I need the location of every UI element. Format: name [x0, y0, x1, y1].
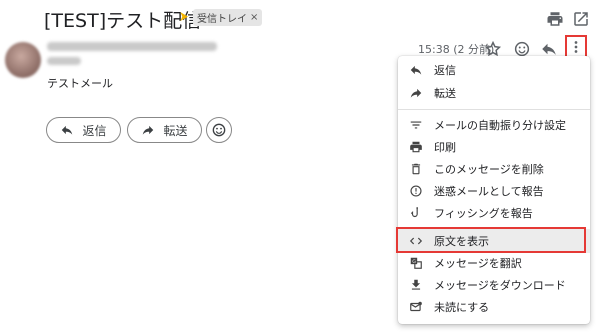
svg-text:G: G	[412, 259, 416, 265]
open-in-new-window-icon[interactable]	[572, 10, 590, 28]
filter-icon	[408, 117, 424, 133]
sender-name-blurred	[47, 42, 217, 51]
menu-item-label: このメッセージを削除	[434, 163, 544, 176]
menu-item-report-phishing[interactable]: フィッシングを報告	[398, 202, 590, 224]
menu-item-label: メッセージを翻訳	[434, 257, 522, 270]
reply-button-label: 返信	[82, 123, 107, 138]
inbox-label-chip: 受信トレイ ×	[193, 9, 263, 26]
forward-button[interactable]: 転送	[127, 117, 202, 143]
remove-label-icon[interactable]: ×	[250, 12, 258, 23]
menu-item-label: メールの自動振り分け設定	[434, 119, 566, 132]
menu-item-forward[interactable]: 転送	[398, 82, 590, 104]
forward-icon	[408, 85, 424, 101]
menu-item-label: メッセージをダウンロード	[434, 279, 566, 292]
menu-item-download[interactable]: メッセージをダウンロード	[398, 274, 590, 296]
menu-item-print[interactable]: 印刷	[398, 136, 590, 158]
phishing-hook-icon	[408, 205, 424, 221]
menu-item-label: 未読にする	[434, 301, 490, 314]
menu-item-delete[interactable]: このメッセージを削除	[398, 158, 590, 180]
recipient-blurred[interactable]	[47, 57, 81, 65]
mark-unread-icon	[408, 299, 424, 315]
inbox-label-text: 受信トレイ	[197, 14, 247, 25]
menu-item-translate[interactable]: G メッセージを翻訳	[398, 252, 590, 274]
message-body: テストメール	[47, 77, 113, 90]
reply-button-icon	[60, 123, 74, 137]
translate-icon: G	[408, 255, 424, 271]
print-all-icon[interactable]	[546, 10, 564, 28]
importance-marker-icon[interactable]: ➤	[179, 9, 188, 25]
emoji-reaction-button[interactable]	[206, 117, 232, 143]
message-timestamp: 15:38 (2 分前)	[418, 43, 495, 56]
menu-item-mark-unread[interactable]: 未読にする	[398, 296, 590, 318]
menu-item-filter[interactable]: メールの自動振り分け設定	[398, 114, 590, 136]
trash-icon	[408, 161, 424, 177]
download-icon	[408, 277, 424, 293]
more-options-menu: 返信 転送 メールの自動振り分け設定 印刷 このメッセージを削除 迷惑メールとし…	[398, 56, 590, 324]
menu-item-label: 返信	[434, 64, 456, 77]
sender-avatar	[5, 42, 41, 78]
reply-button[interactable]: 返信	[46, 117, 121, 143]
menu-item-label: 迷惑メールとして報告	[434, 185, 544, 198]
menu-item-label: フィッシングを報告	[434, 207, 533, 220]
show-original-highlight	[396, 227, 586, 253]
menu-item-report-spam[interactable]: 迷惑メールとして報告	[398, 180, 590, 202]
forward-button-label: 転送	[163, 123, 188, 138]
menu-item-label: 印刷	[434, 141, 456, 154]
email-subject: [TEST]テスト配信	[44, 10, 202, 32]
menu-divider	[398, 109, 590, 110]
print-icon	[408, 139, 424, 155]
menu-item-reply[interactable]: 返信	[398, 59, 590, 81]
forward-button-icon	[141, 123, 155, 137]
reply-icon	[408, 62, 424, 78]
spam-icon	[408, 183, 424, 199]
menu-item-label: 転送	[434, 87, 456, 100]
